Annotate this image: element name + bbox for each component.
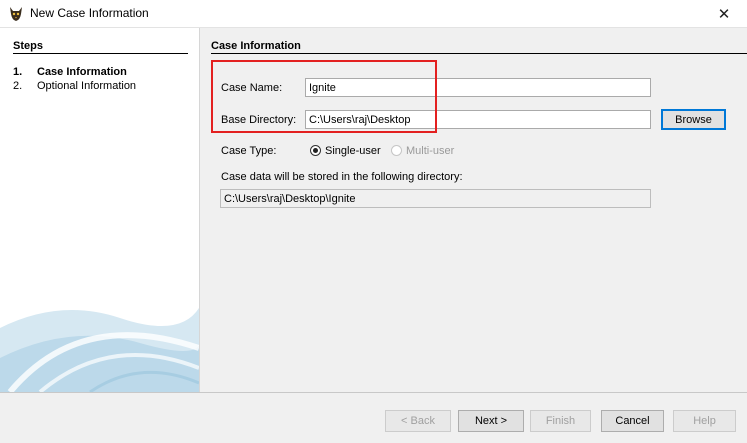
cancel-button[interactable]: Cancel xyxy=(601,410,664,432)
step-label: Case Information xyxy=(37,66,127,78)
storage-note: Case data will be stored in the followin… xyxy=(221,171,463,183)
next-button[interactable]: Next > xyxy=(458,410,524,432)
case-information-heading: Case Information xyxy=(211,40,747,54)
case-type-label: Case Type: xyxy=(221,145,277,157)
decorative-swoosh-graphic xyxy=(0,308,199,392)
finish-button: Finish xyxy=(530,410,591,432)
back-button: < Back xyxy=(385,410,451,432)
help-button: Help xyxy=(673,410,736,432)
single-user-label[interactable]: Single-user xyxy=(325,145,381,157)
step-item-optional-information: 2. Optional Information xyxy=(13,80,136,92)
close-button[interactable]: ✕ xyxy=(701,0,747,27)
single-user-radio[interactable] xyxy=(310,145,321,156)
multi-user-radio xyxy=(391,145,402,156)
browse-button[interactable]: Browse xyxy=(661,109,726,130)
step-item-case-information: 1. Case Information xyxy=(13,66,127,78)
window-title: New Case Information xyxy=(30,6,149,20)
button-bar: < Back Next > Finish Cancel Help xyxy=(0,392,747,443)
steps-panel: Steps 1. Case Information 2. Optional Info… xyxy=(0,28,200,392)
title-bar: New Case Information ✕ xyxy=(0,0,747,28)
storage-path-field xyxy=(220,189,651,208)
step-number: 1. xyxy=(13,66,23,78)
step-label: Optional Information xyxy=(37,80,137,92)
annotation-highlight-box xyxy=(211,60,437,133)
steps-heading: Steps xyxy=(13,40,188,54)
step-number: 2. xyxy=(13,80,23,92)
app-icon xyxy=(10,7,22,21)
close-icon: ✕ xyxy=(717,5,731,23)
multi-user-label: Multi-user xyxy=(406,145,455,157)
